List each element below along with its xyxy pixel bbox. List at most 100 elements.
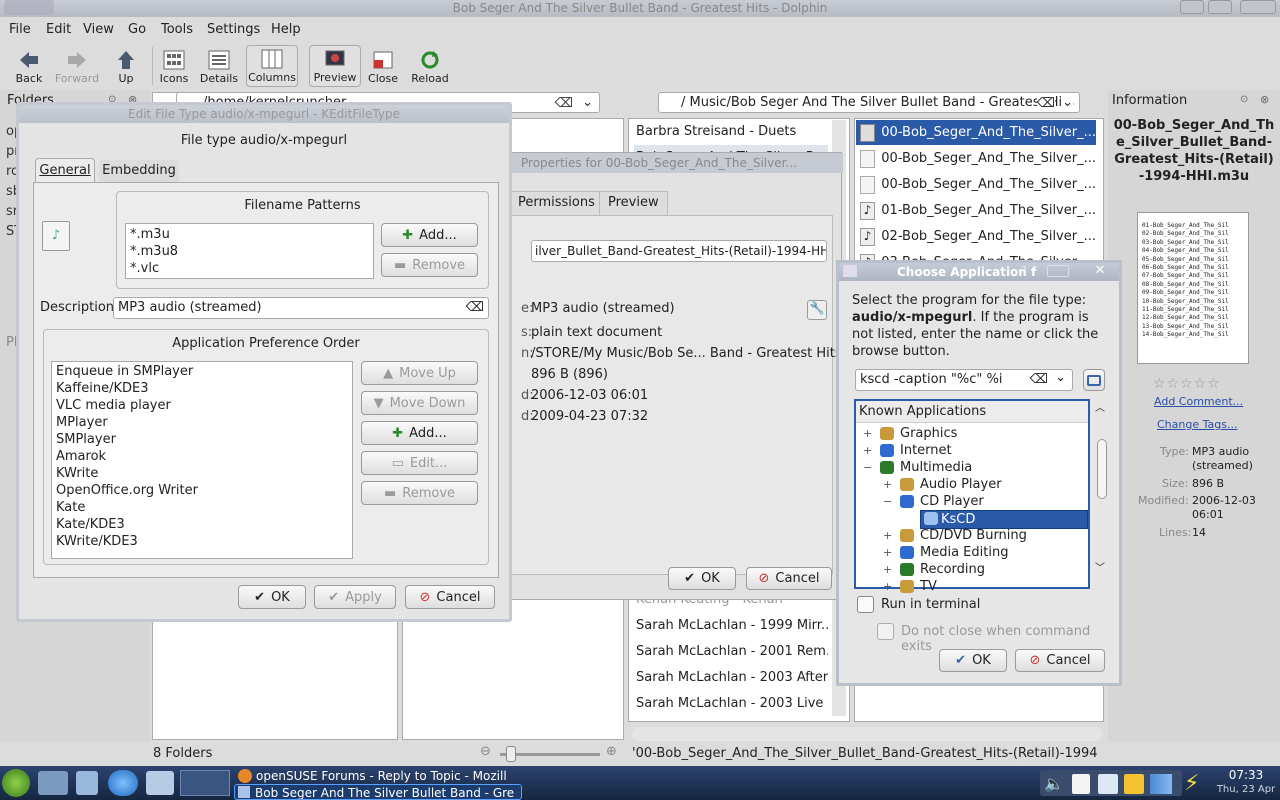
tree-item[interactable]: + Audio Player [856, 476, 1088, 493]
tree-item[interactable]: + TV [856, 578, 1088, 595]
tree-item[interactable]: + Internet [856, 442, 1088, 459]
start-menu-icon[interactable] [2, 769, 30, 797]
change-tags-link[interactable]: Change Tags... [1157, 418, 1237, 431]
up-button[interactable]: Up [101, 47, 151, 85]
close-icon[interactable]: ✕ [1085, 263, 1115, 278]
network-monitor-icon[interactable] [1098, 774, 1118, 794]
add-pattern-button[interactable]: ✚ Add... [381, 223, 478, 247]
columns-view-button[interactable]: Columns [246, 45, 298, 87]
folder-item[interactable]: Sarah McLachlan - 2001 Rem... [634, 639, 828, 665]
tree-item[interactable]: + Graphics [856, 425, 1088, 442]
edit-app-button[interactable]: ▭ Edit... [361, 451, 478, 475]
mail-icon[interactable] [146, 771, 174, 795]
window-menu-icon[interactable] [4, 0, 54, 15]
taskbar-task-firefox[interactable]: openSUSE Forums - Reply to Topic - Mozil… [236, 768, 520, 784]
forward-button[interactable]: Forward [52, 47, 102, 85]
app-preference-item[interactable]: Enqueue in SMPlayer [52, 363, 352, 380]
properties-ok-button[interactable]: ✔ OK [668, 567, 736, 590]
no-close-checkbox[interactable] [877, 623, 894, 640]
menu-go[interactable]: Go [128, 22, 146, 37]
wrench-icon[interactable]: 🔧 [807, 300, 827, 320]
window-menu-icon[interactable] [843, 265, 857, 277]
clear-icon[interactable]: ⌫ [466, 298, 484, 318]
maximize-icon[interactable] [1208, 0, 1232, 14]
power-icon[interactable]: ⚡ [1184, 770, 1204, 798]
move-up-button[interactable]: ▲ Move Up [361, 361, 478, 385]
reload-button[interactable]: Reload [405, 47, 455, 85]
preview-button[interactable]: Preview [309, 45, 361, 87]
clear-icon[interactable]: ⌫ [555, 94, 573, 113]
scrollbar-handle[interactable] [1097, 439, 1107, 499]
clear-icon[interactable]: ⌫ [1029, 370, 1048, 390]
menu-view[interactable]: View [83, 22, 114, 37]
back-button[interactable]: Back [4, 47, 54, 85]
music-file-icon[interactable]: ♪ [42, 221, 70, 251]
chevron-down-icon[interactable]: ⌄ [582, 93, 593, 112]
filename-field[interactable]: ilver_Bullet_Band-Greatest_Hits-(Retail)… [531, 240, 827, 262]
clear-icon[interactable]: ⌫ [1036, 94, 1055, 112]
chevron-down-icon[interactable]: ﹀ [1095, 559, 1105, 574]
dolphin-titlebar[interactable]: Bob Seger And The Silver Bullet Band - G… [0, 0, 1280, 17]
chevron-down-icon[interactable]: ⌄ [1062, 93, 1073, 112]
help-icon[interactable]: ? [1021, 265, 1039, 277]
app-preference-item[interactable]: Kate/KDE3 [52, 516, 352, 533]
app-preference-item[interactable]: Kaffeine/KDE3 [52, 380, 352, 397]
wifi-signal-icon[interactable] [1150, 774, 1172, 794]
tree-item[interactable]: − Multimedia [856, 459, 1088, 476]
remove-pattern-button[interactable]: ▬ Remove [381, 253, 478, 277]
choose-app-titlebar[interactable]: Choose Application f [839, 263, 1119, 281]
tab-embedding[interactable]: Embedding [99, 160, 179, 182]
file-item[interactable]: 00-Bob_Seger_And_The_Silver_... [856, 146, 1096, 171]
file-item[interactable]: ♪ 02-Bob_Seger_And_The_Silver_... [856, 224, 1096, 249]
pattern-item[interactable]: *.m3u [126, 226, 373, 243]
volume-icon[interactable]: 🔈 [1044, 774, 1064, 793]
updater-icon[interactable] [1124, 774, 1144, 794]
app-preference-item[interactable]: SMPlayer [52, 431, 352, 448]
tree-item[interactable]: − CD Player [856, 493, 1088, 510]
app-preference-item[interactable]: Amarok [52, 448, 352, 465]
zoom-slider-handle[interactable] [506, 746, 516, 762]
app-preference-item[interactable]: KWrite/KDE3 [52, 533, 352, 550]
pager-icon[interactable] [180, 770, 230, 796]
expand-icon[interactable]: + [883, 476, 892, 493]
panel-float-icon[interactable]: ⊙ [1240, 94, 1248, 105]
maximize-icon[interactable] [1047, 265, 1069, 277]
panel-close-icon[interactable]: ⊗ [1260, 93, 1269, 106]
tree-item[interactable]: + Recording [856, 561, 1088, 578]
browser-globe-icon[interactable] [108, 770, 138, 796]
folder-item[interactable]: Barbra Streisand - Duets [634, 119, 828, 145]
file-manager-icon[interactable] [76, 771, 98, 795]
app-preference-item[interactable]: Kate [52, 499, 352, 516]
app-preference-item[interactable]: MPlayer [52, 414, 352, 431]
apply-button[interactable]: ✔ Apply [314, 585, 396, 609]
edit-ok-button[interactable]: ✔ OK [238, 585, 306, 609]
expand-icon[interactable]: + [883, 561, 892, 578]
close-view-button[interactable]: Close [358, 47, 408, 85]
menu-settings[interactable]: Settings [207, 22, 260, 37]
file-item[interactable]: 00-Bob_Seger_And_The_Silver_... [856, 172, 1096, 197]
file-item[interactable]: ♪ 01-Bob_Seger_And_The_Silver_... [856, 198, 1096, 223]
command-field[interactable]: kscd -caption "%c" %i ⌫ ⌄ [855, 369, 1073, 391]
details-view-button[interactable]: Details [194, 47, 244, 85]
expand-icon[interactable]: + [883, 578, 892, 595]
menu-tools[interactable]: Tools [161, 22, 193, 37]
choose-ok-button[interactable]: ✔ OK [939, 649, 1007, 672]
collapse-icon[interactable]: − [863, 459, 872, 476]
app-preference-item[interactable]: VLC media player [52, 397, 352, 414]
browse-button[interactable] [1083, 369, 1105, 391]
patterns-list[interactable]: *.m3u *.m3u8 *.vlc [125, 223, 374, 279]
tree-item[interactable]: + Media Editing [856, 544, 1088, 561]
known-apps-tree[interactable]: Known Applications + Graphics + Internet − Mu… [854, 399, 1090, 594]
show-desktop-icon[interactable] [38, 771, 68, 795]
edit-cancel-button[interactable]: ⊘ Cancel [405, 585, 495, 609]
choose-cancel-button[interactable]: ⊘ Cancel [1015, 649, 1105, 672]
edit-filetype-title[interactable]: Edit File Type audio/x-mpegurl - KEditFi… [19, 105, 509, 123]
clock-time[interactable]: 07:33 [1216, 768, 1276, 782]
add-app-button[interactable]: ✚ Add... [361, 421, 478, 445]
icons-view-button[interactable]: Icons [149, 47, 199, 85]
zoom-in-icon[interactable]: ⊕ [606, 744, 617, 759]
remove-app-button[interactable]: ▬ Remove [361, 481, 478, 505]
menu-edit[interactable]: Edit [46, 22, 71, 37]
chevron-down-icon[interactable]: ⌄ [1055, 370, 1066, 388]
expand-icon[interactable]: + [863, 442, 872, 459]
